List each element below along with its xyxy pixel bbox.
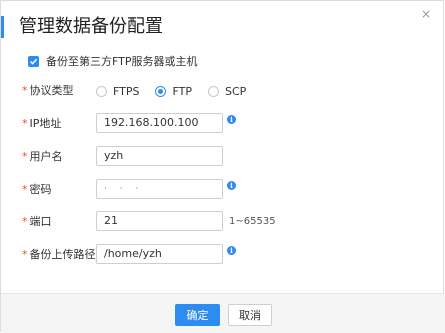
ip-row: * IP地址 192.168.100.100 i — [1, 113, 445, 135]
radio-scp[interactable]: SCP — [207, 84, 247, 98]
radio-ftps-dot[interactable] — [96, 85, 107, 97]
upload-path-label: * 备份上传路径 — [22, 244, 96, 266]
confirm-button[interactable]: 确定 — [175, 304, 220, 326]
upload-path-input[interactable]: /home/yzh — [96, 244, 223, 264]
protocol-radio-group: FTPS FTP SCP — [96, 80, 262, 102]
username-input[interactable]: yzh — [96, 146, 223, 166]
port-label: * 端口 — [22, 211, 52, 233]
port-input[interactable]: 21 — [96, 211, 223, 231]
upload-path-row: * 备份上传路径 /home/yzh i — [1, 244, 445, 266]
close-icon[interactable]: × — [421, 7, 431, 21]
port-row: * 端口 21 1~65535 — [1, 211, 445, 233]
username-label: * 用户名 — [22, 146, 63, 168]
radio-ftp[interactable]: FTP — [155, 85, 192, 98]
checkbox-checked-icon[interactable] — [28, 55, 39, 67]
username-row: * 用户名 yzh — [1, 146, 445, 168]
protocol-label-text: 协议类型 — [29, 84, 74, 97]
password-input[interactable]: · · · — [96, 179, 223, 199]
radio-scp-dot[interactable] — [207, 85, 219, 97]
port-label-text: 端口 — [29, 215, 52, 228]
info-icon[interactable]: i — [227, 246, 236, 255]
required-mark: * — [22, 248, 28, 261]
backup-config-dialog: 管理数据备份配置 × 备份至第三方FTP服务器或主机 * 协议类型 FTPS FT… — [0, 0, 445, 333]
username-label-text: 用户名 — [29, 150, 63, 163]
radio-ftp-label: FTP — [172, 84, 192, 98]
info-icon[interactable]: i — [227, 181, 236, 190]
radio-ftps-label: FTPS — [113, 84, 140, 98]
port-range-hint: 1~65535 — [229, 216, 276, 227]
password-label-text: 密码 — [29, 183, 52, 196]
cancel-button[interactable]: 取消 — [228, 304, 272, 326]
radio-ftps[interactable]: FTPS — [96, 85, 139, 98]
required-mark: * — [22, 150, 28, 163]
protocol-label: * 协议类型 — [22, 80, 74, 102]
radio-scp-label: SCP — [224, 84, 247, 98]
ip-input[interactable]: 192.168.100.100 — [96, 113, 223, 133]
info-icon[interactable]: i — [227, 115, 236, 124]
required-mark: * — [22, 215, 28, 228]
backup-to-ftp-option[interactable]: 备份至第三方FTP服务器或主机 — [28, 53, 198, 69]
backup-to-ftp-label: 备份至第三方FTP服务器或主机 — [46, 55, 198, 68]
protocol-row: * 协议类型 FTPS FTP SCP — [1, 80, 445, 102]
required-mark: * — [22, 117, 28, 130]
upload-path-label-text: 备份上传路径 — [29, 248, 96, 261]
radio-ftp-dot[interactable] — [155, 85, 167, 97]
dialog-title: 管理数据备份配置 — [19, 16, 163, 37]
password-label: * 密码 — [22, 179, 52, 201]
ip-label: * IP地址 — [22, 113, 61, 135]
password-row: * 密码 · · · i — [1, 179, 445, 201]
ip-label-text: IP地址 — [29, 117, 62, 130]
required-mark: * — [22, 183, 28, 196]
dialog-footer: 确定 取消 — [1, 293, 445, 333]
title-accent-bar — [1, 16, 4, 38]
required-mark: * — [22, 84, 28, 97]
